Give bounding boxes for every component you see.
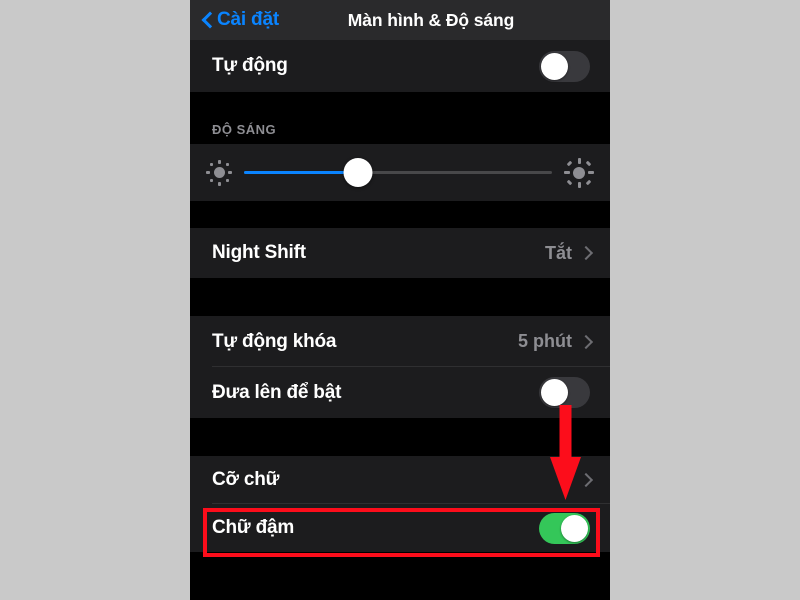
brightness-slider[interactable]	[244, 157, 552, 188]
toggle-knob	[561, 514, 588, 542]
toggle-knob	[541, 379, 568, 406]
toggle-bold-text[interactable]	[539, 512, 590, 544]
row-night-shift[interactable]: Night Shift Tắt	[190, 228, 610, 278]
row-auto-lock-control: 5 phút	[518, 331, 590, 352]
back-button[interactable]: Cài đặt	[202, 9, 279, 31]
screenshot-canvas: Cài đặt Màn hình & Độ sáng Tự động ĐỘ SÁ…	[0, 0, 800, 600]
chevron-right-icon	[581, 472, 590, 488]
row-night-shift-label: Night Shift	[212, 242, 306, 263]
section-gap	[190, 92, 610, 106]
toggle-auto-brightness[interactable]	[539, 50, 590, 82]
row-text-size[interactable]: Cỡ chữ	[190, 456, 610, 504]
sun-bright-icon	[564, 157, 594, 188]
sun-dim-icon	[206, 159, 232, 186]
section-gap	[190, 278, 610, 316]
section-header-brightness: ĐỘ SÁNG	[190, 106, 610, 144]
row-raise-to-wake[interactable]: Đưa lên để bật	[190, 367, 610, 418]
row-raise-to-wake-control	[539, 377, 590, 408]
section-gap	[190, 418, 610, 456]
chevron-left-icon	[202, 11, 213, 30]
row-auto-lock-value: 5 phút	[518, 331, 572, 351]
slider-thumb[interactable]	[343, 158, 373, 187]
phone-screen: Cài đặt Màn hình & Độ sáng Tự động ĐỘ SÁ…	[190, 0, 610, 600]
toggle-raise-to-wake[interactable]	[539, 377, 590, 408]
chevron-right-icon	[581, 245, 590, 261]
row-auto-lock[interactable]: Tự động khóa 5 phút	[190, 316, 610, 367]
row-auto-lock-label: Tự động khóa	[212, 330, 337, 352]
bottom-black-area	[190, 552, 610, 600]
row-bold-text-control	[539, 512, 590, 544]
row-bold-text-label: Chữ đậm	[212, 517, 295, 538]
row-auto-brightness-label: Tự động	[212, 55, 288, 76]
row-night-shift-control: Tắt	[545, 243, 590, 264]
row-text-size-label: Cỡ chữ	[212, 469, 280, 490]
navigation-bar: Cài đặt Màn hình & Độ sáng	[190, 0, 610, 40]
slider-fill	[244, 171, 358, 174]
row-auto-brightness[interactable]: Tự động	[190, 40, 610, 92]
row-night-shift-value: Tắt	[545, 242, 572, 263]
chevron-right-icon	[581, 334, 590, 350]
page-title-text: Màn hình & Độ sáng	[347, 9, 515, 30]
row-auto-brightness-control	[539, 50, 590, 82]
row-raise-to-wake-label: Đưa lên để bật	[212, 381, 342, 403]
row-bold-text[interactable]: Chữ đậm	[190, 504, 610, 552]
section-gap	[190, 201, 610, 228]
back-button-label: Cài đặt	[217, 9, 279, 30]
toggle-knob	[541, 52, 568, 80]
row-text-size-control	[581, 472, 590, 488]
row-brightness-slider[interactable]	[190, 144, 610, 201]
